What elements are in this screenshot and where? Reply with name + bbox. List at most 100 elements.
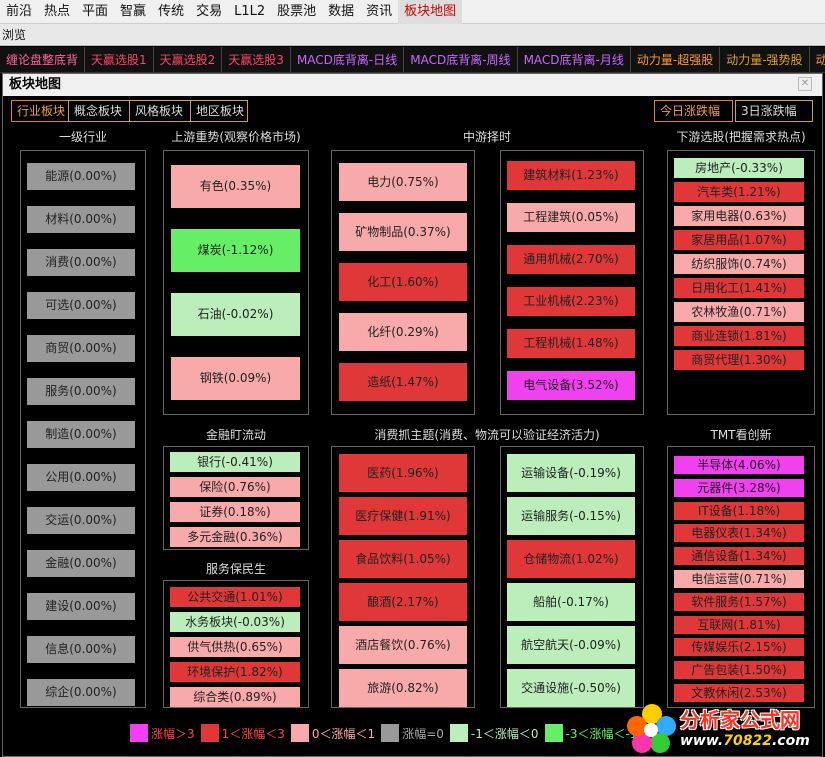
sector-cell[interactable]: 信息(0.00%) <box>27 636 135 663</box>
strategy-tab-5[interactable]: MACD底背离-周线 <box>404 47 518 72</box>
strategy-tab-1[interactable]: 天赢选股1 <box>85 47 154 72</box>
sector-cell[interactable]: 制造(0.00%) <box>27 421 135 448</box>
sector-cell[interactable]: 电信运营(0.71%) <box>674 570 804 588</box>
sector-cell[interactable]: IT设备(1.18%) <box>674 501 804 520</box>
sector-cell[interactable]: 半导体(4.06%) <box>674 456 804 474</box>
sector-cell[interactable]: 化工(1.60%) <box>339 263 467 301</box>
sector-cell[interactable]: 酒店餐饮(0.76%) <box>339 626 467 664</box>
menu-item-10[interactable]: 板块地图 <box>398 0 463 24</box>
sector-cell[interactable]: 医药(1.96%) <box>339 454 467 492</box>
board-tab-0[interactable]: 行业板块 <box>11 100 69 122</box>
board-tab-2[interactable]: 风格板块 <box>129 100 191 122</box>
sector-cell[interactable]: 广告包装(1.50%) <box>674 661 804 680</box>
menu-item-8[interactable]: 数据 <box>322 0 360 24</box>
sector-cell[interactable]: 有色(0.35%) <box>171 165 300 208</box>
sector-cell[interactable]: 石油(-0.02%) <box>171 293 300 336</box>
menu-item-1[interactable]: 热点 <box>38 0 76 24</box>
sector-cell[interactable]: 电器仪表(1.34%) <box>674 524 804 543</box>
sector-cell[interactable]: 煤炭(-1.12%) <box>171 229 300 272</box>
menu-item-5[interactable]: 交易 <box>190 0 228 24</box>
sector-cell[interactable]: 交通设施(-0.50%) <box>507 669 635 707</box>
menu-item-3[interactable]: 智赢 <box>114 0 152 24</box>
sector-cell[interactable]: 家居用品(1.07%) <box>674 230 804 250</box>
board-tab-1[interactable]: 概念板块 <box>68 100 130 122</box>
sector-cell[interactable]: 公共交通(1.01%) <box>170 587 300 607</box>
strategy-tab-8[interactable]: 动力量-强势股 <box>720 47 810 72</box>
menu-item-6[interactable]: L1L2 <box>228 0 271 24</box>
sector-cell[interactable]: 造纸(1.47%) <box>339 363 467 401</box>
sector-cell[interactable]: 商业连锁(1.81%) <box>674 326 804 346</box>
sector-cell[interactable]: 服务(0.00%) <box>27 378 135 405</box>
watermark-title: 分析家公式网 <box>680 708 800 732</box>
board-tab-3[interactable]: 地区板块 <box>190 100 248 122</box>
sector-cell[interactable]: 交运(0.00%) <box>27 507 135 534</box>
sector-cell[interactable]: 电气设备(3.52%) <box>507 371 635 400</box>
menu-item-0[interactable]: 前沿 <box>0 0 38 24</box>
sector-cell[interactable]: 家用电器(0.63%) <box>674 206 804 226</box>
sector-cell[interactable]: 农林牧渔(0.71%) <box>674 302 804 322</box>
sector-cell[interactable]: 房地产(-0.33%) <box>674 158 804 178</box>
strategy-tab-7[interactable]: 动力量-超强股 <box>631 47 721 72</box>
sector-cell[interactable]: 汽车类(1.21%) <box>674 182 804 202</box>
strategy-tab-9[interactable]: 动 <box>810 47 825 72</box>
sector-cell[interactable]: 可选(0.00%) <box>27 292 135 319</box>
strategy-tab-strip: 缠论盘整底背 天赢选股1 天赢选股2 天赢选股3 MACD底背离-日线 MACD底背离-周… <box>0 47 825 73</box>
sector-cell[interactable]: 证券(0.18%) <box>170 502 300 522</box>
close-icon[interactable]: ✕ <box>798 77 812 91</box>
sector-cell[interactable]: 化纤(0.29%) <box>339 313 467 351</box>
sector-cell[interactable]: 软件服务(1.57%) <box>674 592 804 611</box>
sector-cell[interactable]: 通信设备(1.34%) <box>674 547 804 566</box>
sector-cell[interactable]: 公用(0.00%) <box>27 464 135 491</box>
sector-cell[interactable]: 钢铁(0.09%) <box>171 357 300 400</box>
sector-cell[interactable]: 电力(0.75%) <box>339 163 467 201</box>
strategy-tab-4[interactable]: MACD底背离-日线 <box>291 47 405 72</box>
sector-cell[interactable]: 日用化工(1.41%) <box>674 278 804 298</box>
sector-cell[interactable]: 工程建筑(0.05%) <box>507 203 635 232</box>
sector-cell[interactable]: 消费(0.00%) <box>27 249 135 276</box>
sector-cell[interactable]: 工程机械(1.48%) <box>507 329 635 358</box>
sector-cell[interactable]: 商贸(0.00%) <box>27 335 135 362</box>
sector-cell[interactable]: 水务板块(-0.03%) <box>170 612 300 632</box>
sector-cell[interactable]: 矿物制品(0.37%) <box>339 213 467 251</box>
sector-cell[interactable]: 工业机械(2.23%) <box>507 287 635 316</box>
sector-cell[interactable]: 船舶(-0.17%) <box>507 583 635 621</box>
menu-item-7[interactable]: 股票池 <box>271 0 322 24</box>
strategy-tab-3[interactable]: 天赢选股3 <box>222 47 291 72</box>
strategy-tab-0[interactable]: 缠论盘整底背 <box>0 47 86 72</box>
sector-cell[interactable]: 金融(0.00%) <box>27 550 135 577</box>
sector-cell[interactable]: 综合类(0.89%) <box>170 687 300 707</box>
strategy-tab-6[interactable]: MACD底背离-月线 <box>518 47 631 72</box>
sector-cell[interactable]: 传媒娱乐(2.15%) <box>674 638 804 657</box>
sector-cell[interactable]: 多元金融(0.36%) <box>170 527 300 547</box>
sector-cell[interactable]: 纺织服饰(0.74%) <box>674 254 804 274</box>
browse-label[interactable]: 浏览 <box>0 24 825 46</box>
sector-cell[interactable]: 环境保护(1.82%) <box>170 662 300 682</box>
sector-cell[interactable]: 医疗保健(1.91%) <box>339 497 467 535</box>
sector-cell[interactable]: 能源(0.00%) <box>27 163 135 190</box>
sector-cell[interactable]: 运输服务(-0.15%) <box>507 497 635 535</box>
window-title-bar: 板块地图 ✕ <box>3 74 822 96</box>
sector-cell[interactable]: 建筑材料(1.23%) <box>507 161 635 190</box>
sector-cell[interactable]: 仓储物流(1.02%) <box>507 540 635 578</box>
sector-cell[interactable]: 保险(0.76%) <box>170 477 300 497</box>
menu-item-2[interactable]: 平面 <box>76 0 114 24</box>
sector-cell[interactable]: 商贸代理(1.30%) <box>674 350 804 370</box>
sector-cell[interactable]: 材料(0.00%) <box>27 206 135 233</box>
menu-item-4[interactable]: 传统 <box>152 0 190 24</box>
sector-cell[interactable]: 综企(0.00%) <box>27 679 135 706</box>
sector-cell[interactable]: 航空航天(-0.09%) <box>507 626 635 664</box>
period-tab-1[interactable]: 3日涨跌幅 <box>735 100 813 122</box>
sector-cell[interactable]: 供气供热(0.65%) <box>170 637 300 657</box>
period-tab-0[interactable]: 今日涨跌幅 <box>654 100 733 122</box>
sector-cell[interactable]: 元器件(3.28%) <box>674 478 804 497</box>
menu-item-9[interactable]: 资讯 <box>360 0 398 24</box>
sector-cell[interactable]: 建设(0.00%) <box>27 593 135 620</box>
strategy-tab-2[interactable]: 天赢选股2 <box>154 47 223 72</box>
sector-cell[interactable]: 食品饮料(1.05%) <box>339 540 467 578</box>
sector-cell[interactable]: 运输设备(-0.19%) <box>507 454 635 492</box>
sector-cell[interactable]: 银行(-0.41%) <box>170 452 300 472</box>
sector-cell[interactable]: 酿酒(2.17%) <box>339 583 467 621</box>
sector-cell[interactable]: 互联网(1.81%) <box>674 615 804 634</box>
sector-cell[interactable]: 通用机械(2.70%) <box>507 245 635 274</box>
sector-cell[interactable]: 旅游(0.82%) <box>339 669 467 707</box>
